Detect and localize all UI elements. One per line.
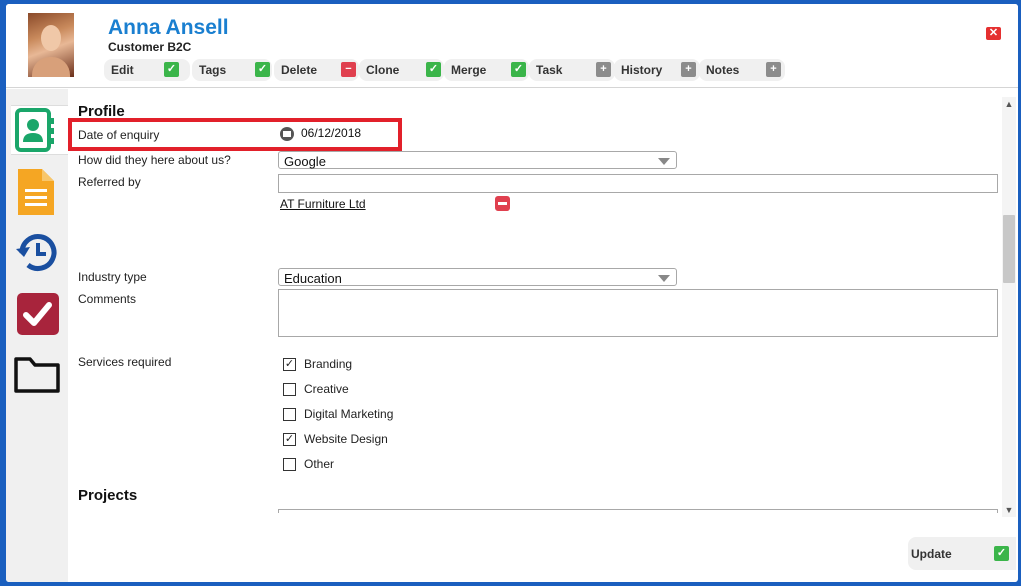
scroll-down-icon[interactable]: ▼ — [1002, 503, 1016, 517]
industry-type-select[interactable]: Education — [278, 268, 677, 286]
history-button[interactable]: History + — [614, 59, 700, 81]
notes-label: Notes — [706, 63, 740, 77]
clone-button[interactable]: Clone ✓ — [359, 59, 444, 81]
avatar-face — [41, 25, 61, 51]
check-icon: ✓ — [426, 62, 441, 77]
date-of-enquiry-value[interactable]: 06/12/2018 — [301, 126, 361, 140]
remove-referrer-icon[interactable] — [495, 196, 510, 211]
service-option-label: Other — [304, 457, 335, 471]
plus-icon: + — [681, 62, 696, 77]
tags-button[interactable]: Tags ✓ — [192, 59, 272, 81]
projects-table — [278, 509, 998, 513]
tab-contact[interactable] — [11, 105, 68, 155]
notes-button[interactable]: Notes + — [699, 59, 785, 81]
service-option-label: Digital Marketing — [304, 407, 394, 421]
industry-type-label: Industry type — [78, 270, 147, 284]
close-icon[interactable]: ✕ — [986, 27, 1001, 40]
history-icon — [16, 234, 57, 271]
minus-icon: − — [341, 62, 356, 77]
scroll-up-icon[interactable]: ▲ — [1002, 97, 1016, 111]
merge-label: Merge — [451, 63, 487, 77]
comments-label: Comments — [78, 292, 137, 306]
tab-documents[interactable] — [14, 167, 60, 215]
sidebar — [6, 89, 68, 582]
edit-button[interactable]: Edit ✓ — [104, 59, 190, 81]
profile-content: Profile Date of enquiry 06/12/2018 How d… — [68, 89, 1002, 513]
check-icon: ✓ — [511, 62, 526, 77]
check-icon: ✓ — [994, 546, 1009, 561]
chevron-down-icon — [658, 158, 670, 165]
check-icon: ✓ — [255, 62, 270, 77]
tab-history[interactable] — [14, 229, 60, 277]
check-icon: ✓ — [164, 62, 179, 77]
tab-tasks[interactable] — [14, 291, 60, 339]
task-check-icon — [17, 293, 59, 335]
checkbox-creative[interactable] — [283, 383, 296, 396]
tags-label: Tags — [199, 63, 227, 77]
edit-label: Edit — [111, 63, 134, 77]
source-select[interactable]: Google — [278, 151, 677, 169]
task-label: Task — [536, 63, 563, 77]
scrollbar[interactable]: ▲ ▼ — [1002, 97, 1016, 517]
history-label: History — [621, 63, 663, 77]
tab-files[interactable] — [14, 351, 60, 399]
contact-header: Anna Ansell Customer B2C ✕ Edit ✓ Tags ✓… — [6, 4, 1018, 88]
referred-by-label: Referred by — [78, 175, 141, 189]
source-label: How did they here about us? — [78, 153, 231, 167]
checkbox-website-design[interactable]: ✓ — [283, 433, 296, 446]
task-button[interactable]: Task + — [529, 59, 615, 81]
merge-button[interactable]: Merge ✓ — [444, 59, 529, 81]
service-option-label: Creative — [304, 382, 349, 396]
contact-type: Customer B2C — [108, 40, 192, 54]
avatar-shoulders — [32, 57, 70, 77]
update-button[interactable]: Update ✓ — [908, 537, 1016, 570]
checkbox-other[interactable] — [283, 458, 296, 471]
date-of-enquiry-label: Date of enquiry — [78, 128, 160, 142]
plus-icon: + — [766, 62, 781, 77]
scroll-thumb[interactable] — [1003, 215, 1015, 283]
referred-by-input[interactable] — [278, 174, 998, 193]
calendar-icon[interactable] — [280, 127, 294, 141]
comments-textarea[interactable] — [278, 289, 998, 337]
document-icon — [18, 169, 54, 215]
source-select-value: Google — [284, 154, 326, 169]
delete-label: Delete — [281, 63, 318, 77]
service-option-label: Website Design — [304, 432, 388, 446]
service-option-label: Branding — [304, 357, 353, 371]
contact-window: Anna Ansell Customer B2C ✕ Edit ✓ Tags ✓… — [6, 4, 1018, 582]
contact-name: Anna Ansell — [108, 16, 229, 39]
projects-heading: Projects — [78, 487, 138, 504]
chevron-down-icon — [658, 275, 670, 282]
contact-card-icon — [15, 108, 54, 152]
delete-button[interactable]: Delete − — [274, 59, 359, 81]
avatar — [28, 13, 74, 77]
industry-type-value: Education — [284, 271, 342, 286]
update-label: Update — [911, 547, 952, 561]
services-label: Services required — [78, 355, 172, 369]
checkbox-digital-marketing[interactable] — [283, 408, 296, 421]
plus-icon: + — [596, 62, 611, 77]
folder-icon — [14, 357, 60, 393]
referred-by-link[interactable]: AT Furniture Ltd — [280, 197, 366, 211]
checkbox-branding[interactable]: ✓ — [283, 358, 296, 371]
clone-label: Clone — [366, 63, 400, 77]
